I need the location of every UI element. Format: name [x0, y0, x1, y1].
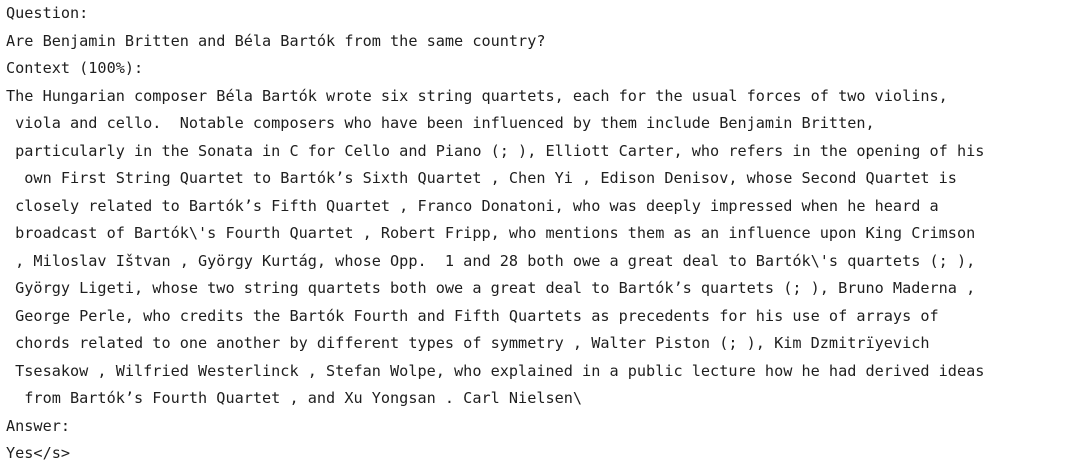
context-line: Tsesakow , Wilfried Westerlinck , Stefan…: [6, 361, 985, 380]
context-line: , Miloslav Ištvan , György Kurtág, whose…: [6, 251, 976, 270]
context-line: The Hungarian composer Béla Bartók wrote…: [6, 86, 948, 105]
answer-label: Answer:: [6, 416, 71, 435]
context-line: from Bartók’s Fourth Quartet , and Xu Yo…: [6, 389, 583, 407]
context-line: own First String Quartet to Bartók’s Six…: [6, 169, 957, 187]
context-line: George Perle, who credits the Bartók Fou…: [6, 306, 939, 325]
context-line: viola and cello. Notable composers who h…: [6, 114, 875, 132]
context-line: closely related to Bartók’s Fifth Quarte…: [6, 196, 939, 215]
answer-text: Yes</s>: [6, 444, 71, 462]
context-line: chords related to one another by differe…: [6, 334, 930, 352]
context-line: particularly in the Sonata in C for Cell…: [6, 141, 985, 160]
question-text: Are Benjamin Britten and Béla Bartók fro…: [6, 31, 546, 50]
context-line: broadcast of Bartók\'s Fourth Quartet , …: [6, 224, 976, 242]
question-label: Question:: [6, 4, 89, 22]
qa-document: Question: Are Benjamin Britten and Béla …: [6, 0, 1082, 468]
context-label: Context (100%):: [6, 59, 144, 77]
context-line: György Ligeti, whose two string quartets…: [6, 279, 976, 297]
